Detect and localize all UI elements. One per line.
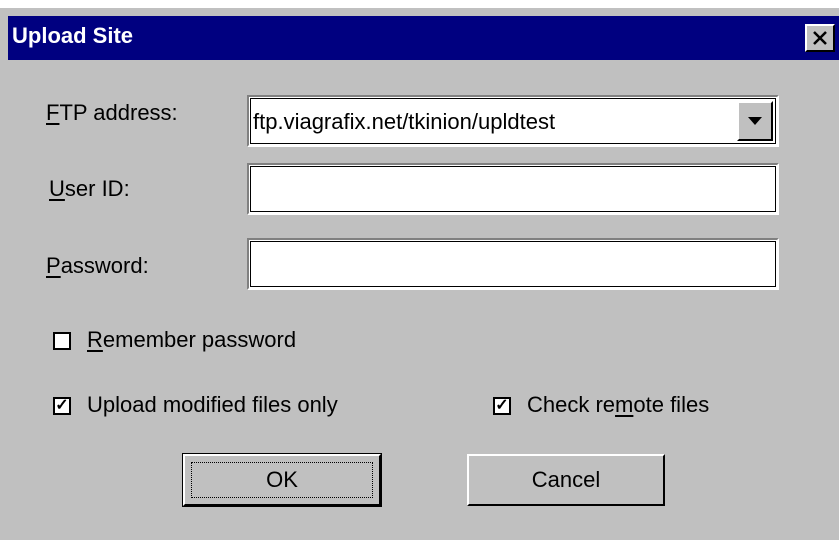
chevron-down-icon	[748, 117, 762, 125]
ftp-address-label: FTP address:	[46, 100, 178, 125]
cancel-button[interactable]: Cancel	[467, 454, 665, 506]
title-bar[interactable]: Upload Site	[8, 16, 839, 60]
window-title: Upload Site	[12, 23, 134, 48]
ftp-dropdown-button[interactable]	[737, 101, 773, 141]
ok-button[interactable]: OK	[182, 453, 382, 507]
upload-site-dialog: Upload Site FTP address: ftp.viagrafix.n…	[0, 8, 839, 540]
upload-modified-label[interactable]: Upload modified files only	[87, 392, 338, 418]
remember-password-checkbox[interactable]	[53, 332, 71, 350]
close-button[interactable]	[805, 24, 835, 52]
close-icon	[813, 31, 827, 45]
upload-modified-checkbox[interactable]: ✓	[53, 397, 71, 415]
focus-rectangle	[191, 462, 373, 498]
password-input[interactable]	[247, 238, 779, 290]
ftp-address-combo[interactable]: ftp.viagrafix.net/tkinion/upldtest	[247, 95, 779, 147]
ftp-address-value: ftp.viagrafix.net/tkinion/upldtest	[253, 109, 556, 134]
user-id-label: User ID:	[49, 176, 130, 201]
user-id-input[interactable]	[247, 163, 779, 215]
check-remote-label[interactable]: Check remote files	[527, 392, 709, 418]
checkmark-icon: ✓	[55, 397, 69, 414]
password-label: Password:	[46, 253, 149, 278]
check-remote-checkbox[interactable]: ✓	[493, 397, 511, 415]
checkmark-icon: ✓	[495, 397, 509, 414]
remember-password-label[interactable]: Remember password	[87, 327, 296, 353]
